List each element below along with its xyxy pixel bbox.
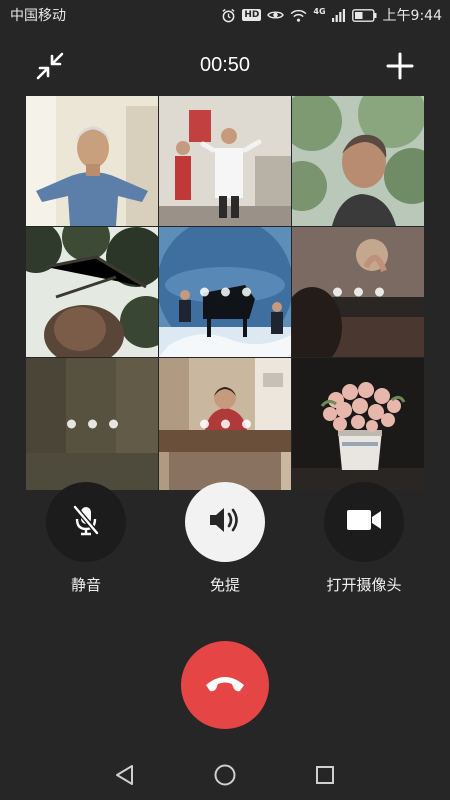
call-header: 00:50 (0, 40, 450, 90)
participant-video-8[interactable] (159, 358, 291, 490)
participant-video-5[interactable] (159, 227, 291, 357)
video-grid (26, 96, 424, 492)
alarm-icon (221, 8, 236, 23)
plus-icon (386, 52, 414, 84)
mute-button[interactable]: 静音 (16, 482, 156, 595)
participant-video-4[interactable] (26, 227, 158, 357)
clock: 上午9:44 (382, 8, 442, 24)
connecting-indicator (26, 419, 158, 429)
call-controls: 静音 免提 打开摄像头 (0, 482, 450, 602)
hangup-button[interactable] (181, 641, 269, 729)
participant-video-3[interactable] (292, 96, 424, 226)
carrier-name: 中国移动 (10, 8, 66, 24)
speaker-icon (207, 504, 243, 540)
recent-square-icon (314, 764, 336, 790)
video-camera-icon (345, 507, 383, 537)
hd-badge: HD (242, 9, 262, 21)
participant-video-9[interactable] (292, 358, 424, 490)
navigation-bar (0, 752, 450, 800)
network-type: 4G (313, 6, 326, 16)
connecting-indicator (159, 287, 291, 297)
mic-off-icon (69, 503, 103, 541)
participant-video-1[interactable] (26, 96, 158, 226)
mute-label: 静音 (70, 576, 101, 594)
signal-icon (331, 8, 346, 22)
phone-hangup-icon (202, 671, 248, 699)
add-participant-button[interactable] (382, 50, 418, 86)
eye-icon (267, 9, 285, 21)
back-button[interactable] (112, 764, 138, 790)
participant-video-6[interactable] (292, 227, 424, 357)
camera-button[interactable]: 打开摄像头 (294, 482, 434, 595)
camera-button-circle[interactable] (324, 482, 404, 562)
mute-button-circle[interactable] (46, 482, 126, 562)
participant-video-7[interactable] (26, 358, 158, 490)
speaker-button-circle[interactable] (185, 482, 265, 562)
wifi-icon (290, 9, 307, 22)
participant-video-2[interactable] (159, 96, 291, 226)
recent-apps-button[interactable] (312, 764, 338, 790)
home-circle-icon (213, 763, 237, 791)
battery-icon (351, 8, 377, 22)
status-bar: 中国移动 HD 4G 上午9:44 (0, 0, 450, 30)
camera-label: 打开摄像头 (326, 576, 402, 594)
speaker-label: 免提 (209, 576, 240, 594)
home-button[interactable] (212, 764, 238, 790)
connecting-indicator (159, 419, 291, 429)
back-triangle-icon (114, 764, 136, 790)
speaker-button[interactable]: 免提 (155, 482, 295, 595)
connecting-indicator (292, 287, 424, 297)
status-icons: HD 4G 上午9:44 (221, 5, 442, 25)
